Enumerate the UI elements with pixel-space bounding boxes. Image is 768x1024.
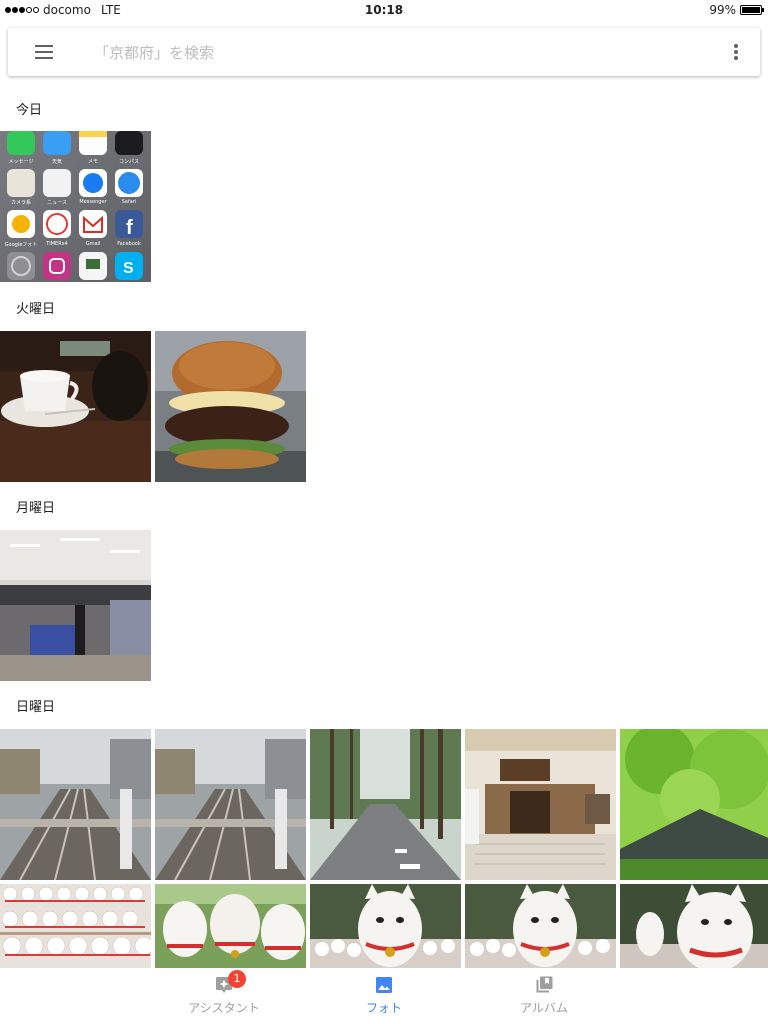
battery-percent: 99% <box>709 3 736 17</box>
photo-maneki-neko-closeup-3[interactable] <box>620 884 768 968</box>
assistant-badge: 1 <box>228 970 246 988</box>
day-header-today: 今日 <box>16 103 43 118</box>
app-label-safari: Safari <box>121 199 137 205</box>
day-header-sunday: 日曜日 <box>16 700 56 715</box>
bookstore-image <box>0 530 151 681</box>
tab-albums[interactable]: アルバム <box>484 968 604 1024</box>
app-label-compass: コンパス <box>118 159 139 165</box>
maneki-neko-closeup-image <box>310 884 461 968</box>
home-screen-screenshot-image: f S <box>0 131 151 282</box>
tab-photos[interactable]: フォト <box>324 968 444 1024</box>
tab-photos-label: フォト <box>365 1001 402 1015</box>
day-header-monday: 月曜日 <box>16 501 56 516</box>
maneki-neko-closeup-2-image <box>465 884 616 968</box>
railway-crossing-image <box>0 729 151 880</box>
hamburger-menu-icon[interactable] <box>35 45 53 59</box>
photo-maneki-neko-shelf[interactable] <box>0 884 151 968</box>
green-maple-tree-image <box>620 729 768 880</box>
tab-assistant-label: アシスタント <box>188 1001 260 1015</box>
maneki-neko-shelf-image <box>0 884 151 968</box>
bottom-navigation: 1 アシスタント フォト アルバム <box>0 968 768 1024</box>
svg-text:f: f <box>126 217 133 239</box>
search-bar <box>8 28 760 76</box>
app-label-gmail: Gmail <box>85 241 101 247</box>
photo-icon <box>376 977 392 993</box>
app-label-timer: TIMERx4 <box>46 241 68 247</box>
coffee-cup-image <box>0 331 151 482</box>
more-options-icon[interactable] <box>734 44 738 60</box>
photo-home-screen-screenshot[interactable]: f S メッセージ 天気 メモ コンパス カメラ系 ニュース Messenger… <box>0 131 151 282</box>
app-label-messenger: Messenger <box>79 199 107 205</box>
day-header-tuesday: 火曜日 <box>16 302 56 317</box>
album-icon <box>536 976 553 993</box>
status-bar: docomo LTE 10:18 99% <box>0 0 768 20</box>
tree-lined-road-image <box>310 729 461 880</box>
photo-maneki-neko-closeup-2[interactable] <box>465 884 616 968</box>
photo-temple-entrance[interactable] <box>465 729 616 880</box>
photo-hamburger[interactable] <box>155 331 306 482</box>
app-label-weather: 天気 <box>51 159 62 165</box>
hamburger-image <box>155 331 306 482</box>
photo-green-maple-tree[interactable] <box>620 729 768 880</box>
app-label-facebook: Facebook <box>117 241 141 247</box>
photo-railway-crossing-2[interactable] <box>155 729 306 880</box>
svg-text:S: S <box>123 260 134 277</box>
app-label-news: ニュース <box>47 200 67 206</box>
app-label-messages: メッセージ <box>8 159 34 165</box>
clock: 10:18 <box>364 3 404 17</box>
railway-crossing-2-image <box>155 729 306 880</box>
temple-entrance-image <box>465 729 616 880</box>
photo-railway-crossing[interactable] <box>0 729 151 880</box>
battery-icon <box>740 5 764 15</box>
maneki-neko-closeup-3-image <box>620 884 768 968</box>
app-label-google-photos: Googleフォト <box>4 242 38 248</box>
photo-maneki-neko-closeup[interactable] <box>310 884 461 968</box>
tab-albums-label: アルバム <box>520 1001 568 1015</box>
tab-assistant[interactable]: 1 アシスタント <box>164 968 284 1024</box>
search-input[interactable] <box>92 40 696 66</box>
photo-coffee-cup[interactable] <box>0 331 151 482</box>
app-label-notes: メモ <box>87 159 98 165</box>
photo-maneki-neko-group[interactable] <box>155 884 306 968</box>
photo-tree-lined-road[interactable] <box>310 729 461 880</box>
photo-bookstore[interactable] <box>0 530 151 681</box>
app-label-camera-folder: カメラ系 <box>10 200 31 206</box>
maneki-neko-group-image <box>155 884 306 968</box>
